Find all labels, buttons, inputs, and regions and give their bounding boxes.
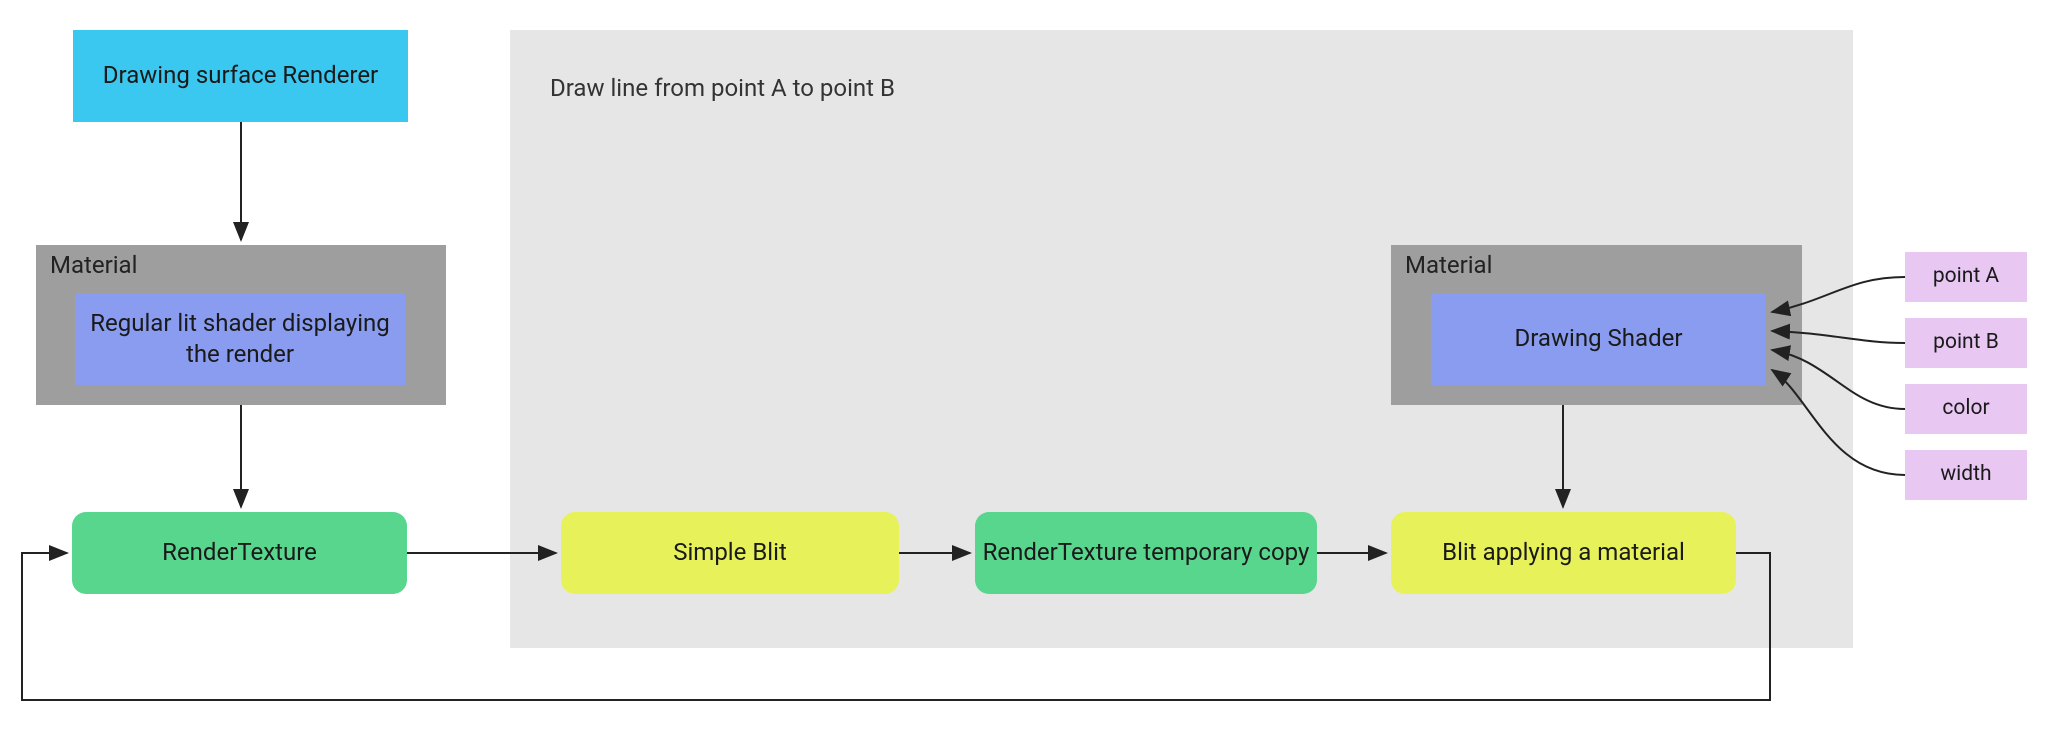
material-label-right: Material [1405, 251, 1492, 279]
node-param-width: width [1905, 450, 2027, 500]
group-title: Draw line from point A to point B [550, 74, 1350, 102]
node-drawing-surface-renderer: Drawing surface Renderer [73, 30, 408, 122]
node-rt-temp-copy: RenderTexture temporary copy [975, 512, 1317, 594]
node-blit-apply-material: Blit applying a material [1391, 512, 1736, 594]
node-param-color: color [1905, 384, 2027, 434]
node-param-point-b: point B [1905, 318, 2027, 368]
material-label-left: Material [50, 251, 137, 279]
node-param-point-a: point A [1905, 252, 2027, 302]
node-lit-shader: Regular lit shader displaying the render [75, 293, 405, 385]
node-render-texture: RenderTexture [72, 512, 407, 594]
node-drawing-shader: Drawing Shader [1431, 293, 1766, 385]
node-simple-blit: Simple Blit [561, 512, 899, 594]
